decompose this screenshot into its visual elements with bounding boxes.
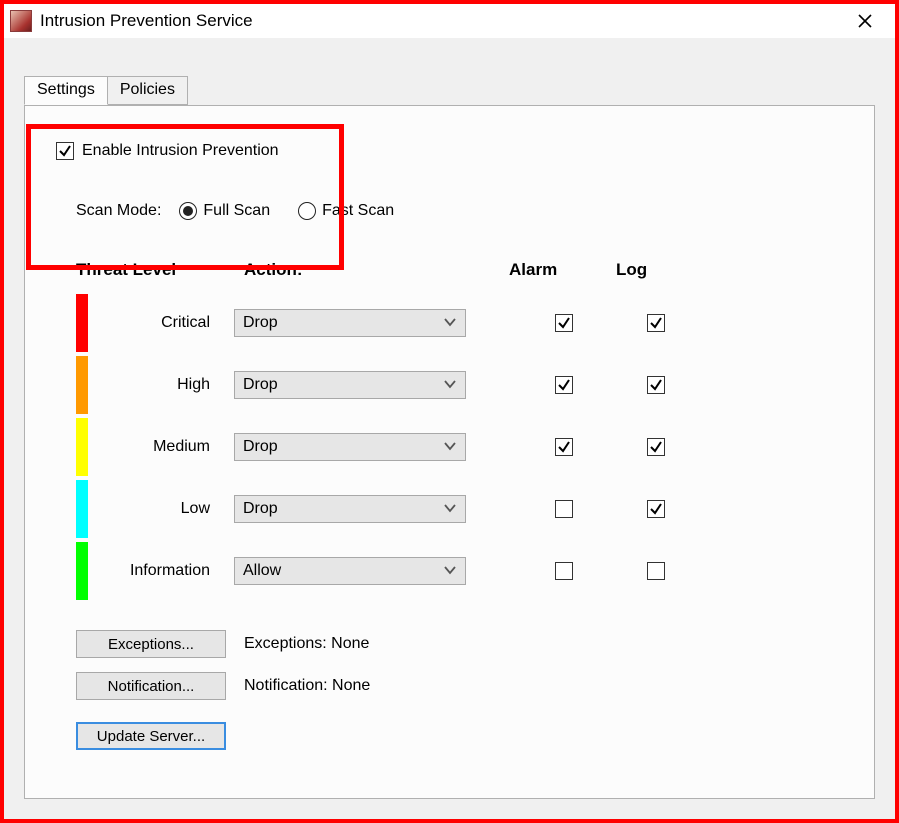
checkmark-icon [557, 316, 571, 330]
threat-color-bar [76, 418, 88, 476]
checkmark-icon [649, 502, 663, 516]
header-log: Log [616, 260, 647, 280]
log-checkbox[interactable] [647, 562, 665, 580]
close-button[interactable] [845, 8, 885, 34]
radio-fast-scan-label: Fast Scan [322, 202, 394, 220]
client-area: Settings Policies Enable Intrusion Preve… [4, 38, 895, 819]
checkmark-icon [58, 144, 72, 158]
alarm-checkbox[interactable] [555, 562, 573, 580]
chevron-down-icon [443, 317, 457, 327]
bottom-area: Exceptions... Exceptions: None Notificat… [76, 630, 370, 764]
tab-policies[interactable]: Policies [108, 76, 188, 105]
threat-level-label: High [88, 376, 234, 394]
threat-color-bar [76, 294, 88, 352]
log-checkbox[interactable] [647, 438, 665, 456]
title-bar: Intrusion Prevention Service [4, 4, 895, 39]
checkmark-icon [649, 378, 663, 392]
tab-strip: Settings Policies [24, 76, 188, 105]
threat-row: High Drop [76, 354, 696, 416]
notification-button[interactable]: Notification... [76, 672, 226, 700]
log-checkbox[interactable] [647, 376, 665, 394]
chevron-down-icon [443, 441, 457, 451]
radio-fast-scan[interactable] [298, 202, 316, 220]
threat-row: Critical Drop [76, 292, 696, 354]
scan-mode-option-fast[interactable]: Fast Scan [298, 202, 394, 220]
enable-label: Enable Intrusion Prevention [82, 142, 279, 160]
action-dropdown[interactable]: Allow [234, 557, 466, 585]
enable-row: Enable Intrusion Prevention [56, 142, 279, 160]
scan-mode-option-full[interactable]: Full Scan [179, 202, 270, 220]
chevron-down-icon [443, 565, 457, 575]
threat-level-label: Low [88, 500, 234, 518]
radio-full-scan-label: Full Scan [203, 202, 270, 220]
app-icon [10, 10, 32, 32]
exceptions-button[interactable]: Exceptions... [76, 630, 226, 658]
threat-level-label: Information [88, 562, 234, 580]
alarm-checkbox[interactable] [555, 314, 573, 332]
scan-mode-row: Scan Mode: Full Scan Fast Scan [76, 202, 422, 220]
threat-row: Medium Drop [76, 416, 696, 478]
action-value: Allow [243, 562, 281, 580]
action-value: Drop [243, 314, 278, 332]
chevron-down-icon [443, 379, 457, 389]
exceptions-status: Exceptions: None [244, 635, 369, 653]
action-value: Drop [243, 376, 278, 394]
checkmark-icon [649, 440, 663, 454]
log-checkbox[interactable] [647, 500, 665, 518]
threat-rows: Critical Drop High Drop Medium Drop Low Drop Inf… [76, 292, 696, 602]
action-dropdown[interactable]: Drop [234, 433, 466, 461]
threat-row: Information Allow [76, 540, 696, 602]
threat-level-label: Medium [88, 438, 234, 456]
tab-settings[interactable]: Settings [24, 76, 108, 105]
radio-full-scan[interactable] [179, 202, 197, 220]
threat-row: Low Drop [76, 478, 696, 540]
threat-color-bar [76, 542, 88, 600]
threat-color-bar [76, 480, 88, 538]
enable-checkbox[interactable] [56, 142, 74, 160]
scan-mode-label: Scan Mode: [76, 202, 161, 220]
action-dropdown[interactable]: Drop [234, 309, 466, 337]
window: Intrusion Prevention Service Settings Po… [0, 0, 899, 823]
header-threat-level: Threat Level [76, 260, 176, 280]
scan-mode-group: Full Scan Fast Scan [179, 202, 422, 220]
log-checkbox[interactable] [647, 314, 665, 332]
update-server-button[interactable]: Update Server... [76, 722, 226, 750]
checkmark-icon [557, 378, 571, 392]
action-dropdown[interactable]: Drop [234, 371, 466, 399]
alarm-checkbox[interactable] [555, 438, 573, 456]
alarm-checkbox[interactable] [555, 376, 573, 394]
header-action: Action: [244, 260, 303, 280]
checkmark-icon [557, 440, 571, 454]
threat-color-bar [76, 356, 88, 414]
alarm-checkbox[interactable] [555, 500, 573, 518]
chevron-down-icon [443, 503, 457, 513]
action-dropdown[interactable]: Drop [234, 495, 466, 523]
window-title: Intrusion Prevention Service [40, 11, 845, 31]
checkmark-icon [649, 316, 663, 330]
action-value: Drop [243, 500, 278, 518]
header-alarm: Alarm [509, 260, 557, 280]
threat-level-label: Critical [88, 314, 234, 332]
notification-status: Notification: None [244, 677, 370, 695]
action-value: Drop [243, 438, 278, 456]
close-icon [858, 14, 872, 28]
